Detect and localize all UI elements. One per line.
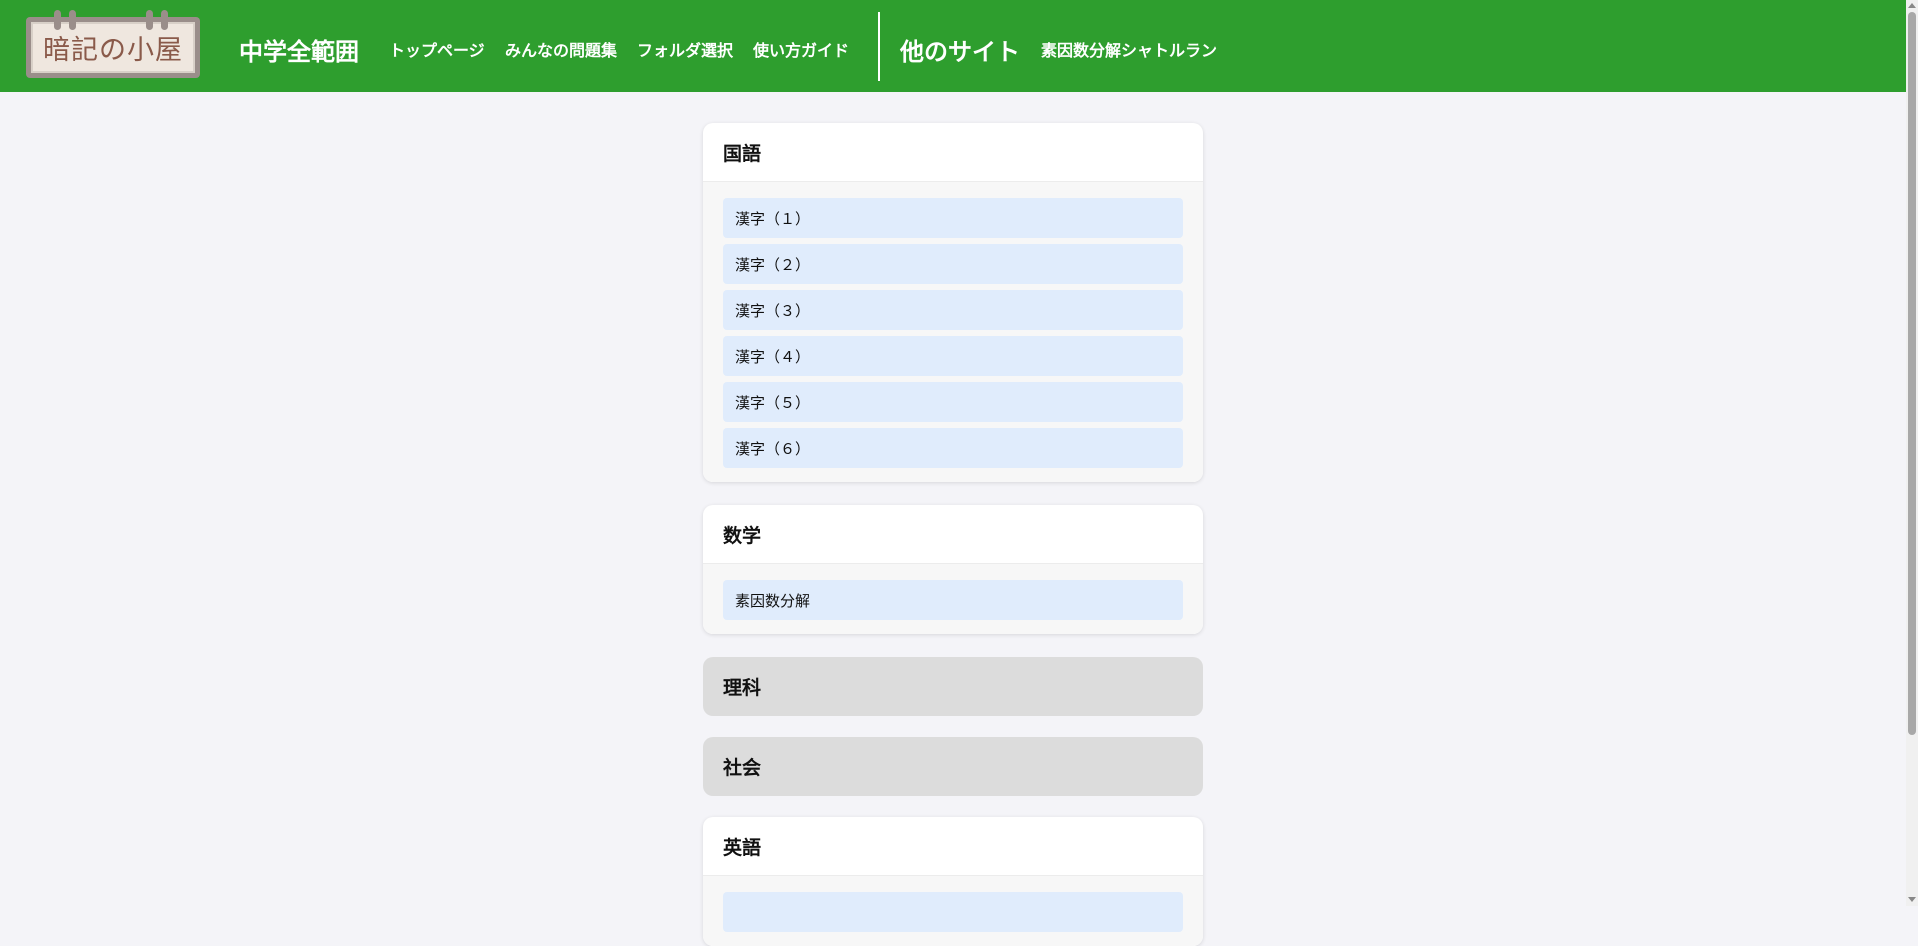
logo-ring-icon <box>54 10 61 30</box>
site-header: 暗記の小屋 中学全範囲 トップページ みんなの問題集 フォルダ選択 使い方ガイド… <box>0 0 1906 92</box>
site-logo[interactable]: 暗記の小屋 <box>26 10 200 78</box>
page-scrollbar[interactable] <box>1906 0 1918 906</box>
subject-header[interactable]: 英語 <box>703 817 1203 876</box>
subject-item-list <box>703 876 1203 946</box>
scroll-thumb[interactable] <box>1908 12 1916 735</box>
subject-card-math: 数学 素因数分解 <box>703 505 1203 634</box>
subject-item-list: 漢字（１） 漢字（２） 漢字（３） 漢字（４） 漢字（５） 漢字（６） <box>703 182 1203 482</box>
subject-item-list: 素因数分解 <box>703 564 1203 634</box>
other-sites-title: 他のサイト <box>900 38 1020 66</box>
other-site-prime-factorization-shuttle-run[interactable]: 素因数分解シャトルラン <box>1041 37 1217 61</box>
subject-card-science[interactable]: 理科 <box>703 657 1203 716</box>
logo-ring-icon <box>146 10 153 30</box>
list-item[interactable] <box>723 892 1183 932</box>
subject-card-social-studies[interactable]: 社会 <box>703 737 1203 796</box>
list-item[interactable]: 漢字（５） <box>723 382 1183 422</box>
site-title[interactable]: 中学全範囲 <box>239 32 359 67</box>
list-item[interactable]: 漢字（３） <box>723 290 1183 330</box>
subject-header[interactable]: 理科 <box>703 657 1203 716</box>
logo-ring-icon <box>161 10 168 30</box>
nav-top-page[interactable]: トップページ <box>389 37 485 61</box>
scroll-up-icon[interactable] <box>1908 3 1916 8</box>
nav-folder-select[interactable]: フォルダ選択 <box>637 37 733 61</box>
list-item[interactable]: 漢字（１） <box>723 198 1183 238</box>
header-divider <box>878 12 880 81</box>
list-item[interactable]: 漢字（２） <box>723 244 1183 284</box>
list-item[interactable]: 漢字（６） <box>723 428 1183 468</box>
subject-card-japanese: 国語 漢字（１） 漢字（２） 漢字（３） 漢字（４） 漢字（５） 漢字（６） <box>703 123 1203 482</box>
nav-public-workbooks[interactable]: みんなの問題集 <box>505 37 617 61</box>
scroll-down-icon[interactable] <box>1908 897 1916 902</box>
list-item[interactable]: 素因数分解 <box>723 580 1183 620</box>
subject-card-english: 英語 <box>703 817 1203 946</box>
subject-header[interactable]: 社会 <box>703 737 1203 796</box>
list-item[interactable]: 漢字（４） <box>723 336 1183 376</box>
subject-header[interactable]: 数学 <box>703 505 1203 564</box>
logo-ring-icon <box>69 10 76 30</box>
subject-header[interactable]: 国語 <box>703 123 1203 182</box>
nav-usage-guide[interactable]: 使い方ガイド <box>753 37 849 61</box>
